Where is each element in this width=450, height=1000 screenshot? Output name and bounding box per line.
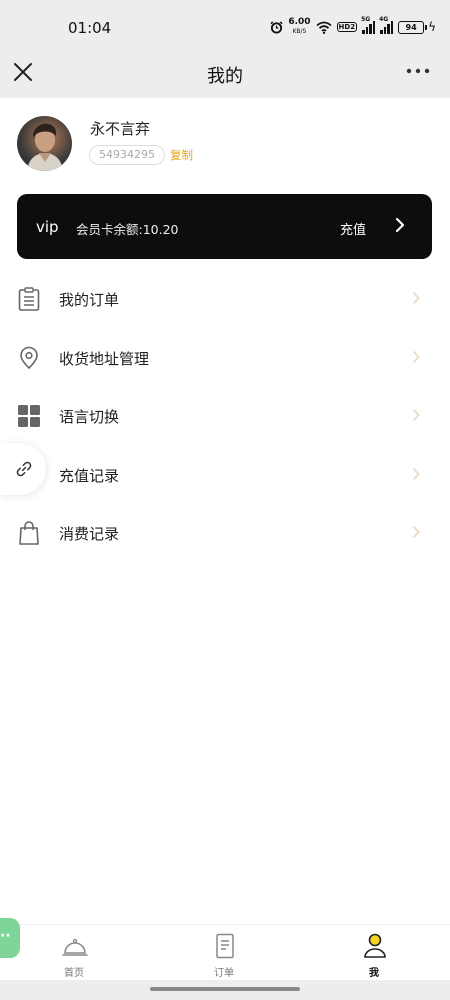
menu-item-label: 消费记录 [59, 525, 120, 543]
menu-item-label: 收货地址管理 [59, 349, 150, 368]
signal-2-tag: 4G [379, 16, 389, 23]
tab-label: 我 [369, 968, 379, 979]
menu-item-label: 充值记录 [59, 466, 120, 485]
order-document-icon [216, 933, 234, 959]
status-time: 01:04 [68, 19, 112, 37]
battery-level: 94 [398, 20, 428, 34]
user-id: 54934295 [89, 145, 165, 165]
nav-bar: 我的 [0, 54, 450, 98]
chevron-right-icon [412, 408, 420, 422]
location-pin-icon [20, 346, 38, 369]
status-icons: 6.00 KB/S HD2 5G 4G 94 ϟ [270, 16, 436, 38]
home-gesture-bar[interactable] [150, 987, 300, 991]
network-speed: 6.00 KB/S [288, 18, 310, 36]
ellipsis-icon: ·· [0, 928, 11, 944]
grid-icon [18, 405, 40, 427]
tab-orders[interactable]: 订单 [179, 925, 269, 981]
chevron-right-icon [412, 467, 420, 480]
menu-item-recharge-records[interactable]: 充值记录 [0, 445, 450, 504]
page-title: 我的 [207, 66, 243, 87]
battery-icon: 94 ϟ [398, 20, 436, 34]
username: 永不言弃 [90, 120, 151, 138]
recharge-button[interactable]: 充值 [340, 219, 366, 238]
menu-item-label: 语言切换 [59, 408, 120, 426]
user-icon [364, 933, 386, 958]
menu-item-address[interactable]: 收货地址管理 [0, 328, 450, 387]
more-icon[interactable] [406, 68, 430, 74]
network-speed-value: 6.00 [288, 17, 311, 27]
charging-bolt-icon: ϟ [428, 20, 436, 34]
network-speed-unit: KB/S [292, 28, 307, 35]
tab-label: 订单 [214, 968, 234, 979]
gesture-area [0, 980, 450, 1000]
chevron-right-icon[interactable] [395, 217, 405, 233]
chevron-right-icon [412, 350, 420, 363]
vip-card[interactable]: vip 会员卡余额:10.20 充值 [17, 194, 432, 259]
link-icon [16, 461, 32, 477]
service-bell-icon [62, 938, 88, 956]
signal-1-tag: 5G [361, 16, 371, 23]
menu-item-consumption-records[interactable]: 消费记录 [0, 503, 450, 562]
avatar[interactable] [17, 116, 72, 171]
menu-item-my-orders[interactable]: 我的订单 [0, 269, 450, 328]
wifi-icon [315, 21, 332, 34]
main-content: 永不言弃 54934295 复制 vip 会员卡余额:10.20 充值 我的订单… [0, 98, 450, 924]
hd-voice-badge: HD2 [336, 22, 358, 32]
status-bar: 01:04 6.00 KB/S HD2 5G 4G 94 ϟ [0, 0, 450, 54]
alarm-icon [270, 20, 283, 34]
tab-me[interactable]: 我 [329, 925, 419, 981]
vip-balance: 会员卡余额:10.20 [76, 222, 179, 237]
tab-label: 首页 [64, 968, 84, 979]
bottom-tab-bar: 首页 订单 我 [0, 924, 450, 980]
cellular-signal-2-icon: 4G [379, 16, 394, 34]
cellular-signal-1-icon: 5G [361, 16, 376, 34]
menu-list: 我的订单 收货地址管理 语言切换 充值记录 消费记录 [0, 269, 450, 562]
floating-side-tab[interactable]: ·· [0, 918, 20, 958]
order-list-icon [18, 287, 40, 311]
chevron-right-icon [412, 291, 420, 305]
menu-item-language[interactable]: 语言切换 [0, 386, 450, 445]
menu-item-label: 我的订单 [59, 291, 120, 309]
copy-id-button[interactable]: 复制 [170, 147, 193, 163]
tab-home[interactable]: 首页 [29, 925, 119, 981]
vip-label: vip [36, 218, 59, 236]
chevron-right-icon [412, 525, 420, 539]
shopping-bag-icon [19, 521, 39, 545]
